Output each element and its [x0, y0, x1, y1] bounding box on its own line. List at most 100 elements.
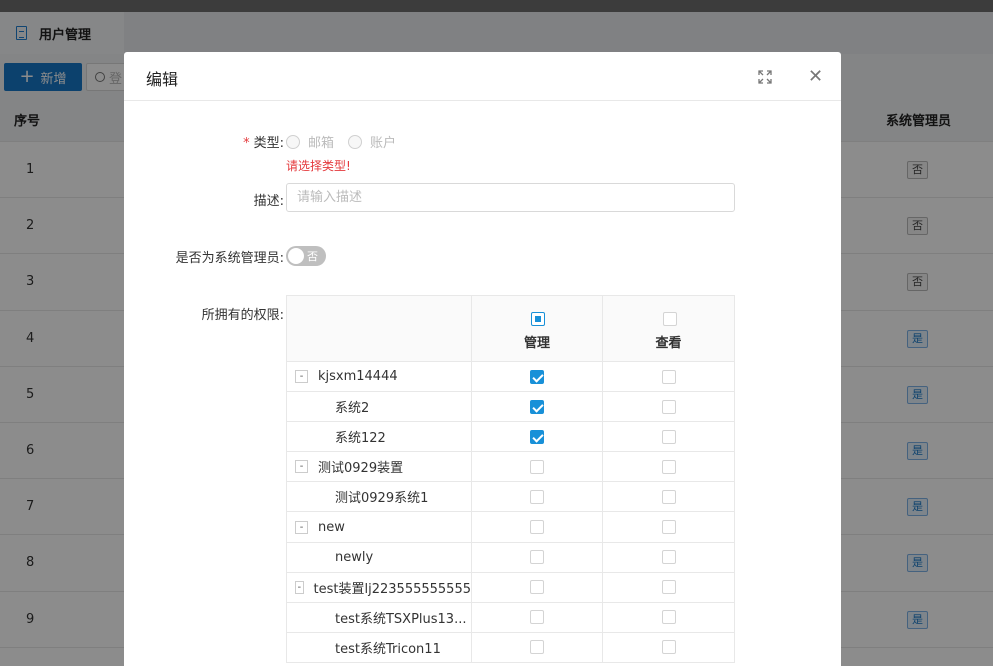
- collapse-toggle-icon[interactable]: -: [295, 460, 308, 474]
- perm-row-label: 测试0929装置: [318, 461, 404, 477]
- view-checkbox[interactable]: [661, 580, 676, 595]
- manage-header-label: 管理: [523, 336, 550, 351]
- switch-text: 否: [307, 250, 318, 263]
- view-header-label: 查看: [655, 336, 682, 351]
- admin-switch[interactable]: 否: [286, 246, 326, 266]
- collapse-toggle-icon[interactable]: -: [295, 370, 308, 384]
- manage-checkbox[interactable]: [530, 580, 544, 595]
- perm-row-label: 系统122: [335, 431, 386, 447]
- view-checkbox[interactable]: [661, 459, 676, 474]
- perm-row-name: test系统TSXPlus13...: [287, 602, 472, 632]
- perm-header-manage: 管理: [472, 296, 603, 361]
- perm-label: 所拥有的权限:: [201, 308, 284, 323]
- view-checkbox[interactable]: [661, 640, 676, 655]
- perm-cell-manage: [472, 362, 603, 392]
- perm-row: newly: [287, 542, 734, 573]
- perm-header-view: 查看: [603, 296, 734, 361]
- perm-row-label: test装置lj223555555555: [313, 581, 471, 597]
- perm-header-name: [287, 296, 472, 361]
- perm-row: 系统122: [287, 422, 734, 453]
- perm-cell-view: [603, 392, 734, 421]
- manage-checkbox[interactable]: [530, 369, 544, 384]
- perm-cell-manage: [472, 422, 603, 452]
- modal-header: 编辑 ✕: [124, 52, 841, 101]
- manage-checkbox[interactable]: [530, 429, 544, 444]
- radio-account-label: 账户: [370, 136, 397, 151]
- perm-row-label: test系统TSXPlus13...: [335, 611, 467, 627]
- close-icon[interactable]: ✕: [808, 68, 823, 86]
- view-checkbox[interactable]: [661, 429, 676, 444]
- perm-row-name: - new: [287, 512, 472, 542]
- type-radio-group: 邮箱 账户: [286, 132, 410, 151]
- perm-row-name: 系统2: [287, 392, 472, 422]
- fullscreen-icon[interactable]: [758, 70, 772, 84]
- perm-cell-view: [603, 633, 734, 662]
- collapse-toggle-icon[interactable]: -: [295, 520, 308, 534]
- manage-checkbox[interactable]: [530, 489, 544, 504]
- view-checkbox[interactable]: [661, 369, 676, 384]
- type-label: * 类型:: [243, 136, 284, 151]
- perm-cell-view: [603, 573, 734, 602]
- radio-email-label: 邮箱: [308, 136, 335, 151]
- manage-checkbox[interactable]: [530, 520, 544, 535]
- perm-header: 管理 查看: [287, 296, 734, 362]
- perm-row: - test装置lj223555555555: [287, 572, 734, 603]
- switch-knob: [288, 248, 304, 264]
- view-checkbox[interactable]: [661, 520, 676, 535]
- perm-cell-manage: [472, 452, 603, 482]
- view-checkbox[interactable]: [661, 489, 676, 504]
- perm-row-name: newly: [287, 542, 472, 572]
- perm-row-label: kjsxm14444: [318, 369, 398, 385]
- perm-cell-manage: [472, 602, 603, 632]
- modal-title: 编辑: [146, 70, 179, 89]
- perm-row-name: 系统122: [287, 422, 472, 452]
- edit-modal: 编辑 ✕ *类型: 邮箱 账户 请选择类型! 描述: 是否为系统管理员: 否 所…: [124, 52, 841, 666]
- perm-cell-view: [603, 603, 734, 632]
- manage-checkbox[interactable]: [530, 459, 544, 474]
- perm-cell-view: [603, 422, 734, 451]
- perm-row-name: test系统Tricon11: [287, 632, 472, 662]
- type-error: 请选择类型!: [286, 159, 351, 173]
- radio-email[interactable]: [286, 134, 300, 149]
- perm-row: - kjsxm14444: [287, 362, 734, 393]
- view-all-checkbox[interactable]: [662, 312, 677, 326]
- perm-row-label: new: [318, 519, 345, 535]
- perm-row: test系统TSXPlus13...: [287, 602, 734, 633]
- manage-checkbox[interactable]: [530, 550, 544, 565]
- perm-row-label: newly: [335, 549, 374, 565]
- perm-cell-manage: [472, 512, 603, 542]
- collapse-toggle-icon[interactable]: -: [295, 580, 304, 594]
- manage-checkbox[interactable]: [530, 640, 544, 655]
- view-checkbox[interactable]: [661, 550, 676, 565]
- perm-cell-manage: [472, 542, 603, 572]
- required-mark: *: [243, 136, 250, 151]
- manage-all-checkbox[interactable]: [531, 312, 545, 326]
- perm-row: - new: [287, 512, 734, 543]
- perm-row-label: test系统Tricon11: [335, 641, 441, 657]
- perm-cell-manage: [472, 482, 603, 512]
- perm-row: 系统2: [287, 392, 734, 423]
- radio-account[interactable]: [348, 134, 363, 149]
- perm-row: 测试0929系统1: [287, 482, 734, 513]
- permission-grid: 管理 查看 - kjsxm14444 系统2 系统122- 测试0929装置 测试0929…: [286, 295, 735, 663]
- perm-row-name: - kjsxm14444: [287, 362, 472, 392]
- perm-row-name: 测试0929系统1: [287, 482, 472, 512]
- perm-cell-view: [603, 362, 734, 391]
- perm-cell-manage: [472, 632, 603, 662]
- perm-row-label: 系统2: [335, 401, 370, 417]
- admin-label: 是否为系统管理员:: [175, 251, 284, 266]
- perm-cell-view: [603, 543, 734, 572]
- view-checkbox[interactable]: [661, 610, 676, 625]
- perm-row-name: - 测试0929装置: [287, 452, 472, 482]
- description-input[interactable]: [286, 183, 735, 212]
- manage-checkbox[interactable]: [530, 399, 544, 414]
- perm-cell-view: [603, 512, 734, 541]
- perm-cell-view: [603, 452, 734, 481]
- view-checkbox[interactable]: [661, 399, 676, 414]
- perm-row-label: 测试0929系统1: [335, 491, 429, 507]
- perm-row: test系统Tricon11: [287, 632, 734, 663]
- perm-row-name: - test装置lj223555555555: [287, 572, 472, 602]
- manage-checkbox[interactable]: [530, 610, 544, 625]
- perm-cell-manage: [472, 572, 603, 602]
- perm-row: - 测试0929装置: [287, 452, 734, 483]
